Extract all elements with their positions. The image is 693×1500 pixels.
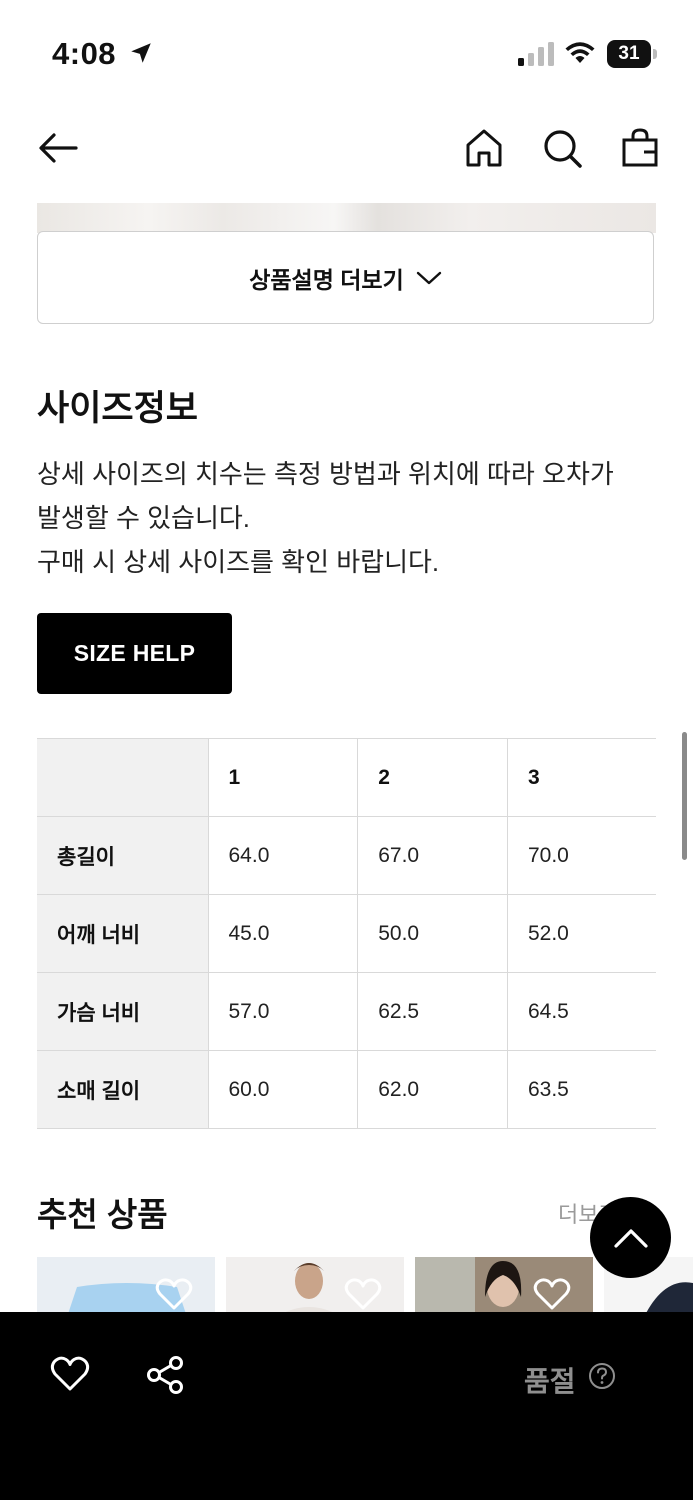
recommended-product-card[interactable] — [37, 1257, 215, 1317]
size-description-line: 상세 사이즈의 치수는 측정 방법과 위치에 따라 오차가 — [37, 459, 614, 489]
table-corner-cell — [37, 738, 209, 817]
search-icon[interactable] — [540, 126, 584, 170]
table-column-header: 2 — [357, 738, 508, 817]
shopping-bag-icon[interactable] — [618, 126, 662, 170]
table-cell: 52.0 — [506, 894, 656, 973]
heart-icon[interactable] — [50, 1355, 90, 1393]
home-icon[interactable] — [462, 126, 506, 170]
table-column-header: 3 — [506, 738, 656, 817]
size-table: 1 2 3 총길이 64.0 67.0 70.0 어깨 너비 45.0 50.0… — [37, 738, 656, 1129]
table-cell: 70.0 — [506, 816, 656, 895]
more-description-button[interactable]: 상품설명 더보기 — [37, 231, 654, 324]
table-row: 소매 길이 60.0 62.0 63.5 — [37, 1050, 656, 1129]
battery-level: 31 — [618, 43, 640, 64]
heart-icon[interactable] — [344, 1277, 382, 1311]
recommended-product-card[interactable] — [415, 1257, 593, 1317]
scroll-to-top-button[interactable] — [590, 1197, 671, 1278]
recommended-product-card[interactable] — [226, 1257, 404, 1317]
table-column-header: 1 — [207, 738, 359, 817]
table-cell: 67.0 — [357, 816, 508, 895]
table-cell: 50.0 — [357, 894, 508, 973]
sold-out-status: 품절 — [524, 1366, 576, 1397]
table-row-header: 총길이 — [37, 816, 209, 895]
table-cell: 60.0 — [207, 1050, 359, 1129]
table-cell: 57.0 — [207, 972, 359, 1051]
recommended-title: 추천 상품 — [37, 1196, 168, 1233]
table-row: 어깨 너비 45.0 50.0 52.0 — [37, 894, 656, 973]
table-row-header: 어깨 너비 — [37, 894, 209, 973]
question-circle-icon[interactable] — [588, 1362, 616, 1390]
table-cell: 62.0 — [357, 1050, 508, 1129]
table-cell: 64.5 — [506, 972, 656, 1051]
table-row-header: 가슴 너비 — [37, 972, 209, 1051]
more-description-label: 상품설명 더보기 — [249, 266, 404, 293]
table-row-header: 소매 길이 — [37, 1050, 209, 1129]
location-arrow-icon — [131, 43, 151, 63]
table-header-row: 1 2 3 — [37, 738, 656, 817]
heart-icon[interactable] — [155, 1277, 193, 1311]
back-arrow-icon[interactable] — [36, 126, 80, 170]
size-info-title: 사이즈정보 — [37, 389, 199, 428]
table-row: 가슴 너비 57.0 62.5 64.5 — [37, 972, 656, 1051]
wifi-icon — [565, 42, 595, 63]
table-cell: 62.5 — [357, 972, 508, 1051]
table-row: 총길이 64.0 67.0 70.0 — [37, 816, 656, 895]
scrollbar-thumb[interactable] — [682, 732, 687, 860]
product-image — [37, 203, 656, 233]
table-cell: 63.5 — [506, 1050, 656, 1129]
size-description-line: 발생할 수 있습니다. — [37, 503, 251, 533]
bottom-action-bar — [0, 1312, 693, 1500]
heart-icon[interactable] — [533, 1277, 571, 1311]
table-cell: 45.0 — [207, 894, 359, 973]
size-help-button[interactable]: SIZE HELP — [37, 613, 232, 694]
size-info-description: 상세 사이즈의 치수는 측정 방법과 위치에 따라 오차가 발생할 수 있습니다… — [37, 452, 667, 584]
chevron-down-icon — [416, 271, 441, 284]
battery-indicator: 31 — [607, 40, 657, 68]
size-description-line: 구매 시 상세 사이즈를 확인 바랍니다. — [37, 547, 440, 577]
status-time: 4:08 — [52, 36, 117, 71]
table-cell: 64.0 — [207, 816, 359, 895]
chevron-up-icon — [613, 1228, 648, 1248]
share-icon[interactable] — [145, 1355, 185, 1395]
signal-icon — [518, 42, 554, 66]
